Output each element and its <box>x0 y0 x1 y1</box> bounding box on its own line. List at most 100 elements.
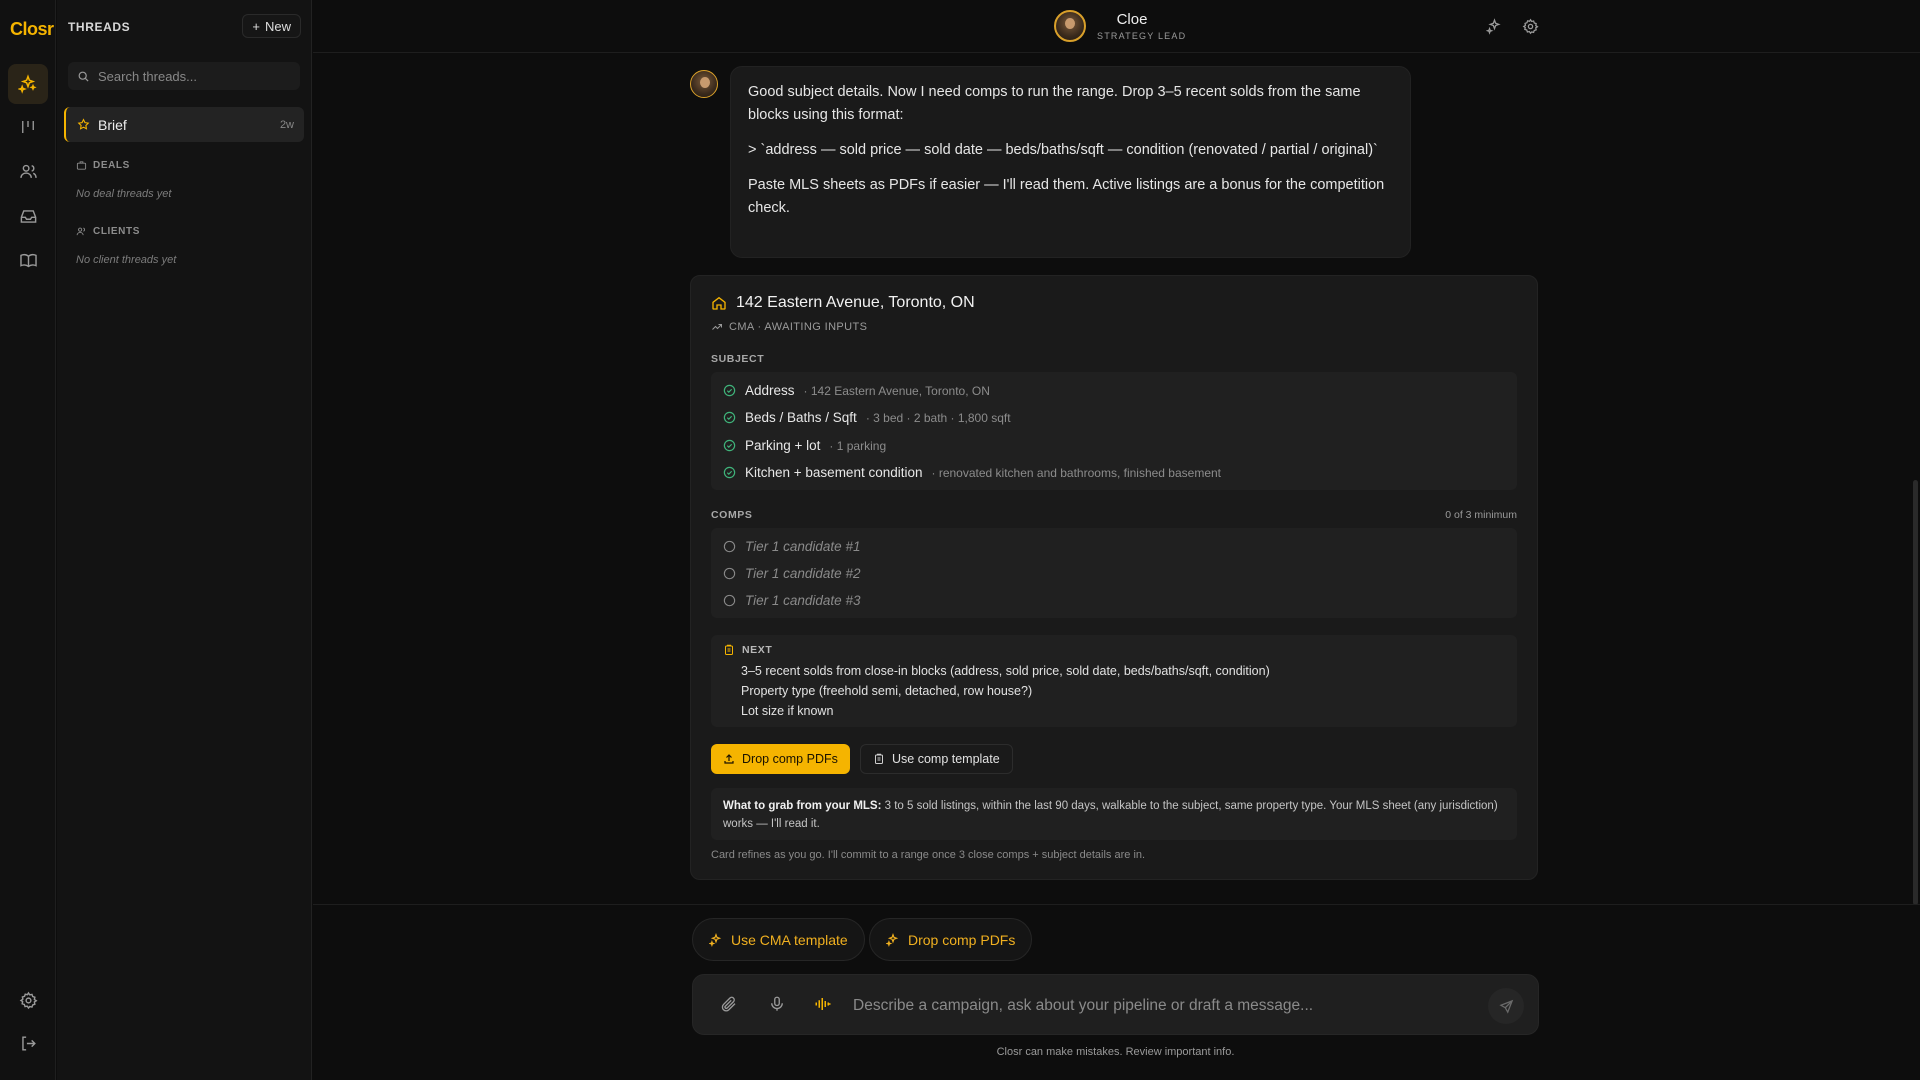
pipeline-nav-button[interactable] <box>8 107 48 147</box>
next-label: NEXT <box>742 644 773 656</box>
drop-comp-pdfs-button[interactable]: Drop comp PDFs <box>711 744 850 774</box>
sparkle-icon <box>18 74 37 94</box>
sparkle-icon <box>886 932 899 947</box>
upload-icon <box>724 754 734 764</box>
sparkle-icon <box>709 932 722 947</box>
comp-row: Tier 1 candidate #3 <box>723 593 860 608</box>
message-paragraph-2: > `address — sold price — sold date — be… <box>748 142 1378 158</box>
message-paragraph-3: Paste MLS sheets as PDFs if easier — I'l… <box>748 177 1385 216</box>
subject-label: SUBJECT <box>711 353 765 365</box>
subject-row: Parking + lot · 1 parking <box>723 438 886 453</box>
cma-card: 142 Eastern Avenue, Toronto, ON CMA · AW… <box>690 275 1538 880</box>
sparkle-header-button[interactable] <box>1486 18 1503 35</box>
next-item: Lot size if known <box>741 704 834 718</box>
subject-value: · 3 bed · 2 bath · 1,800 sqft <box>865 410 1011 425</box>
clipboard-icon <box>875 753 883 764</box>
library-nav-button[interactable] <box>8 240 48 280</box>
subject-row: Kitchen + basement condition · renovated… <box>723 465 1221 480</box>
subject-key: Parking + lot <box>745 438 821 453</box>
comp-placeholder: Tier 1 candidate #1 <box>745 539 861 554</box>
send-icon <box>1498 999 1513 1014</box>
logout-button[interactable] <box>8 1023 48 1063</box>
agent-avatar[interactable] <box>1054 10 1086 42</box>
chat-header: Cloe STRATEGY LEAD <box>313 0 1920 53</box>
subject-value: · 1 parking <box>829 438 887 453</box>
empty-circle-icon <box>723 594 736 607</box>
search-placeholder: Search threads... <box>98 68 197 84</box>
use-cma-template-chip[interactable]: Use CMA template <box>692 918 865 961</box>
empty-circle-icon <box>723 567 736 580</box>
mls-tip: What to grab from your MLS: 3 to 5 sold … <box>711 788 1517 840</box>
chip-label: Drop comp PDFs <box>908 931 1016 948</box>
briefcase-icon <box>76 161 87 170</box>
app-logo: Closr <box>10 19 54 39</box>
check-circle-icon <box>723 411 736 424</box>
chip-label: Use CMA template <box>731 931 848 948</box>
home-icon <box>712 296 726 310</box>
message-avatar <box>690 70 718 98</box>
next-item: 3–5 recent solds from close-in blocks (a… <box>741 664 1270 678</box>
chat-scrollbar[interactable] <box>1913 480 1918 905</box>
deals-section-header: DEALS <box>76 160 130 171</box>
new-thread-label: New <box>264 18 291 34</box>
send-button[interactable] <box>1488 988 1524 1024</box>
card-title-text: 142 Eastern Avenue, Toronto, ON <box>736 294 975 311</box>
sparkle-nav-button[interactable] <box>8 64 48 104</box>
gear-icon <box>1522 18 1539 35</box>
comp-row: Tier 1 candidate #2 <box>723 566 860 581</box>
next-item: Property type (freehold semi, detached, … <box>741 684 1033 698</box>
voice-mode-button[interactable] <box>814 995 832 1013</box>
microphone-icon <box>771 996 783 1011</box>
subject-box: Address · 142 Eastern Avenue, Toronto, O… <box>711 372 1517 490</box>
thread-age: 2w <box>279 118 294 131</box>
check-circle-icon <box>723 439 736 452</box>
card-subtitle: CMA · AWAITING INPUTS <box>711 321 867 333</box>
comps-count: 0 of 3 minimum <box>1445 509 1517 521</box>
subject-key: Kitchen + basement condition <box>745 465 923 480</box>
message-paragraph-1: Good subject details. Now I need comps t… <box>748 84 1361 123</box>
thread-search[interactable]: Search threads... <box>68 62 300 90</box>
clipboard-icon <box>725 644 733 655</box>
message-composer <box>692 974 1539 1035</box>
comps-label: COMPS <box>711 509 753 521</box>
attach-button[interactable] <box>720 995 738 1013</box>
card-subtitle-text: CMA · AWAITING INPUTS <box>729 321 868 333</box>
microphone-button[interactable] <box>768 995 786 1013</box>
contacts-nav-button[interactable] <box>8 151 48 191</box>
comp-row: Tier 1 candidate #1 <box>723 539 860 554</box>
drop-comp-pdfs-chip[interactable]: Drop comp PDFs <box>869 918 1033 961</box>
thread-item-brief[interactable]: Brief 2w <box>64 107 304 142</box>
settings-nav-button[interactable] <box>8 980 48 1020</box>
deals-empty-text: No deal threads yet <box>76 188 172 200</box>
clients-empty-text: No client threads yet <box>76 254 177 266</box>
agent-name: Cloe <box>1116 11 1148 28</box>
logout-icon <box>21 1035 36 1051</box>
next-steps-box: NEXT 3–5 recent solds from close-in bloc… <box>711 635 1517 727</box>
star-icon <box>77 118 90 130</box>
comp-placeholder: Tier 1 candidate #2 <box>745 566 861 581</box>
check-circle-icon <box>723 384 736 397</box>
check-circle-icon <box>723 466 736 479</box>
users-icon <box>19 164 37 178</box>
next-header: NEXT <box>723 644 772 656</box>
message-input[interactable] <box>853 993 1453 1019</box>
subject-key: Beds / Baths / Sqft <box>745 410 857 425</box>
drop-comp-pdfs-label: Drop comp PDFs <box>742 752 838 766</box>
tip-heading: What to grab from your MLS: <box>723 800 882 812</box>
subject-row: Address · 142 Eastern Avenue, Toronto, O… <box>723 383 990 398</box>
inbox-icon <box>20 209 36 223</box>
use-comp-template-button[interactable]: Use comp template <box>860 744 1013 774</box>
kanban-icon <box>22 121 34 133</box>
subject-key: Address <box>745 383 795 398</box>
new-thread-button[interactable]: + New <box>242 14 301 38</box>
trend-icon <box>712 324 722 330</box>
deals-label: DEALS <box>93 160 130 171</box>
icon-rail: Closr <box>0 0 56 1080</box>
card-footer: Card refines as you go. I'll commit to a… <box>711 849 1146 861</box>
search-icon <box>78 71 89 82</box>
chat-settings-button[interactable] <box>1522 18 1539 35</box>
empty-circle-icon <box>723 540 736 553</box>
clients-section-header: CLIENTS <box>76 226 140 237</box>
book-icon <box>19 253 37 267</box>
inbox-nav-button[interactable] <box>8 196 48 236</box>
